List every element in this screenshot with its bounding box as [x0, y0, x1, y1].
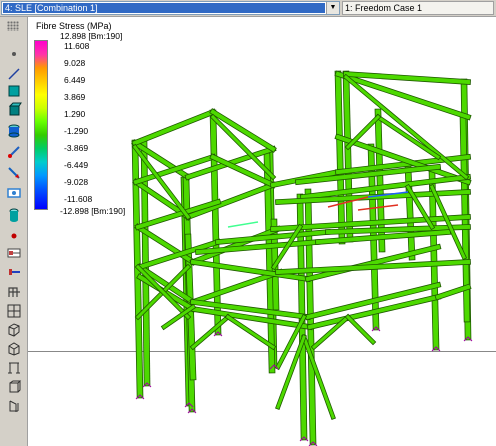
brace-member[interactable]: [344, 313, 377, 346]
brick-tool-icon[interactable]: [3, 100, 24, 119]
cylinder-tool-icon[interactable]: [3, 121, 24, 140]
column-member[interactable]: [334, 70, 346, 245]
column-member[interactable]: [342, 70, 354, 243]
load-arrow-icon[interactable]: [3, 163, 24, 182]
support-icon[interactable]: [3, 358, 24, 377]
beam-member[interactable]: [131, 108, 217, 147]
column-member[interactable]: [209, 109, 222, 336]
plate-tool-icon[interactable]: [3, 81, 24, 100]
toolbar-grip-icon[interactable]: [7, 21, 19, 31]
box-view-icon[interactable]: [3, 339, 24, 358]
chevron-down-icon[interactable]: ▼: [326, 2, 339, 14]
solid-view-icon[interactable]: [3, 377, 24, 396]
left-toolbar: [0, 17, 28, 446]
top-toolbar: 4: SLE [Combination 1] ▼ 1: Freedom Case…: [0, 0, 496, 17]
member-release-icon[interactable]: [3, 243, 24, 262]
brace-member[interactable]: [189, 313, 232, 351]
perspective-view-icon[interactable]: [3, 320, 24, 339]
stressed-beam[interactable]: [227, 221, 259, 228]
brace-member[interactable]: [344, 113, 382, 151]
link-tool-icon[interactable]: [3, 142, 24, 161]
flip-view-icon[interactable]: [3, 396, 24, 415]
column-member[interactable]: [404, 163, 416, 261]
section-view-icon[interactable]: [3, 183, 24, 202]
beam-member[interactable]: [209, 108, 277, 153]
brace-member[interactable]: [301, 334, 336, 420]
model-viewport[interactable]: Fibre Stress (MPa) 12.898 [Bm:190] 11.608…: [28, 17, 496, 446]
combination-select-value: 4: SLE [Combination 1]: [3, 3, 325, 13]
combination-select[interactable]: 4: SLE [Combination 1] ▼: [1, 1, 340, 15]
grid-view-icon[interactable]: [3, 301, 24, 320]
member-end-icon[interactable]: [3, 262, 24, 281]
frame-view-icon[interactable]: [3, 282, 24, 301]
node-tool-icon[interactable]: [3, 44, 24, 63]
beam-member[interactable]: [184, 181, 277, 221]
structure-model[interactable]: [28, 17, 496, 446]
freedom-case-select[interactable]: 1: Freedom Case 1: [342, 1, 494, 15]
shell-tool-icon[interactable]: [3, 205, 24, 224]
